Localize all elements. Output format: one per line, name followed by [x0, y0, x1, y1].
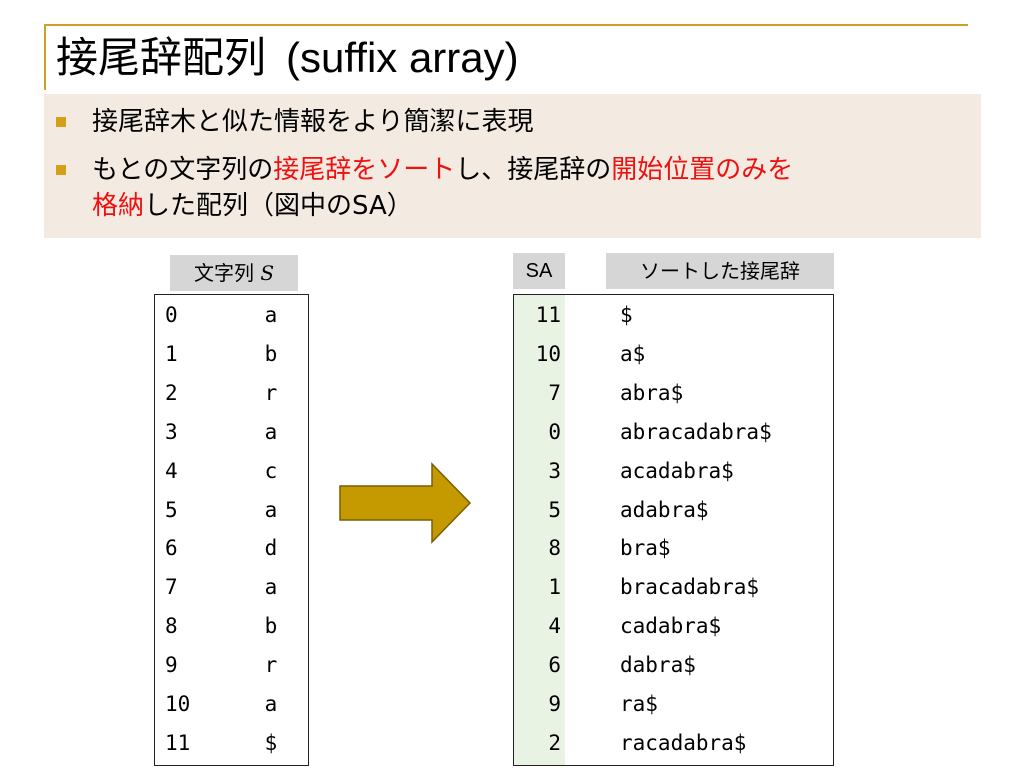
bullet-box: 接尾辞木と似た情報をより簡潔に表現 もとの文字列の接尾辞をソートし、接尾辞の開始… — [44, 94, 981, 238]
suffix-row: 8 bra$ — [514, 531, 833, 566]
highlight-sort-suffix: 接尾辞をソート — [273, 155, 456, 185]
sorted-suffix: acadabra$ — [620, 458, 734, 483]
string-row: 11 $ — [155, 726, 308, 761]
suffix-row: 7 abra$ — [514, 376, 833, 411]
sa-value: 8 — [548, 536, 561, 561]
suffix-row: 2 racadabra$ — [514, 726, 833, 761]
string-header-label: 文字列 — [193, 261, 254, 285]
string-char: b — [264, 341, 278, 366]
string-row: 0a — [155, 298, 308, 333]
string-index: 4 — [165, 458, 178, 483]
string-index: 3 — [165, 419, 178, 444]
bullet-text-2-part: もとの文字列の — [92, 155, 274, 185]
string-index: 6 — [165, 536, 178, 561]
sorted-suffix: racadabra$ — [620, 730, 747, 755]
string-char: r — [264, 380, 278, 405]
square-bullet-icon — [56, 165, 66, 175]
suffix-row: 11 $ — [514, 298, 833, 333]
sorted-suffix: $ — [620, 303, 633, 327]
string-char: b — [264, 614, 278, 639]
sorted-suffix: bracadabra$ — [620, 575, 760, 600]
string-row: 1b — [155, 337, 308, 372]
title-english: (suffix array) — [286, 34, 519, 81]
sa-value: 9 — [548, 692, 561, 716]
sa-value: 4 — [548, 614, 561, 639]
suffix-row: 4 cadabra$ — [514, 609, 833, 644]
string-char: a — [264, 419, 278, 444]
string-row: 5a — [155, 493, 308, 528]
bullet-text-2: もとの文字列の接尾辞をソートし、接尾辞の開始位置のみを格納した配列（図中のSA） — [92, 152, 793, 224]
string-index: 10 — [165, 692, 191, 716]
suffix-row: 0 abracadabra$ — [514, 415, 833, 450]
sa-value: 11 — [535, 303, 561, 327]
highlight-start-position: 開始位置のみを — [611, 155, 794, 185]
sa-value: 0 — [548, 419, 561, 444]
string-index: 8 — [165, 614, 178, 639]
bullet-text-2-part: し、接尾辞の — [455, 155, 612, 185]
suffix-array-table: 11 $10 a$ 7 abra$ 0 abracadabra$ 3 acadabra$ 5 ada… — [513, 294, 834, 766]
string-row: 9r — [155, 648, 308, 683]
string-index: 1 — [165, 341, 178, 366]
right-arrow-icon — [339, 462, 472, 544]
string-index: 5 — [165, 497, 178, 522]
string-row: 3a — [155, 415, 308, 450]
title-japanese: 接尾辞配列 — [56, 33, 267, 82]
string-row: 2r — [155, 376, 308, 411]
suffix-row: 5 adabra$ — [514, 493, 833, 528]
string-index: 0 — [165, 303, 178, 327]
sorted-suffix: abracadabra$ — [620, 419, 772, 444]
title-bar — [44, 24, 46, 90]
sa-header: SA — [513, 253, 565, 289]
sorted-suffix: dabra$ — [620, 653, 696, 678]
sorted-suffix: bra$ — [620, 536, 671, 561]
sorted-suffix: abra$ — [620, 380, 684, 405]
string-char: $ — [264, 730, 278, 755]
string-row: 8b — [155, 609, 308, 644]
sorted-suffix: cadabra$ — [620, 614, 722, 639]
string-char: a — [264, 497, 278, 522]
string-index: 9 — [165, 653, 178, 678]
bullet-text-1: 接尾辞木と似た情報をより簡潔に表現 — [92, 107, 534, 137]
string-char: a — [264, 575, 278, 600]
sorted-suffix-header: ソートした接尾辞 — [606, 253, 834, 289]
sa-value: 2 — [548, 730, 561, 755]
sorted-suffix: a$ — [620, 341, 646, 366]
string-char: r — [264, 653, 278, 678]
slide: 接尾辞配列 (suffix array) 接尾辞木と似た情報をより簡潔に表現 もと… — [0, 0, 1024, 768]
sa-value: 7 — [548, 380, 561, 405]
string-index: 11 — [165, 730, 191, 755]
square-bullet-icon — [56, 117, 66, 127]
string-row: 4c — [155, 454, 308, 489]
sa-value: 6 — [548, 653, 561, 678]
sorted-suffix: ra$ — [620, 692, 658, 716]
string-table: 0 a 1 b 2 r 3 a 4 c 5 a 6 d 7 a 8 b 9 r 10 a 11 $ — [154, 294, 309, 766]
highlight-store: 格納 — [92, 191, 145, 221]
suffix-row: 10 a$ — [514, 337, 833, 372]
string-header: 文字列 S — [170, 255, 298, 291]
slide-title: 接尾辞配列 (suffix array) — [56, 26, 519, 90]
sa-value: 5 — [548, 497, 561, 522]
string-variable: S — [260, 261, 275, 285]
string-index: 2 — [165, 380, 178, 405]
string-row: 10 a — [155, 687, 308, 722]
string-char: a — [264, 692, 278, 716]
suffix-row: 1 bracadabra$ — [514, 570, 833, 605]
string-char: d — [264, 536, 278, 561]
bullet-text-2-part: した配列（図中のSA） — [144, 191, 413, 221]
sa-value: 1 — [548, 575, 561, 600]
string-row: 6d — [155, 531, 308, 566]
sa-value: 10 — [535, 341, 561, 366]
sorted-suffix: adabra$ — [620, 497, 709, 522]
suffix-row: 3 acadabra$ — [514, 454, 833, 489]
sa-value: 3 — [548, 458, 561, 483]
suffix-row: 9 ra$ — [514, 687, 833, 722]
suffix-row: 6 dabra$ — [514, 648, 833, 683]
string-row: 7a — [155, 570, 308, 605]
string-index: 7 — [165, 575, 178, 600]
string-char: c — [264, 458, 278, 483]
string-char: a — [264, 303, 278, 327]
